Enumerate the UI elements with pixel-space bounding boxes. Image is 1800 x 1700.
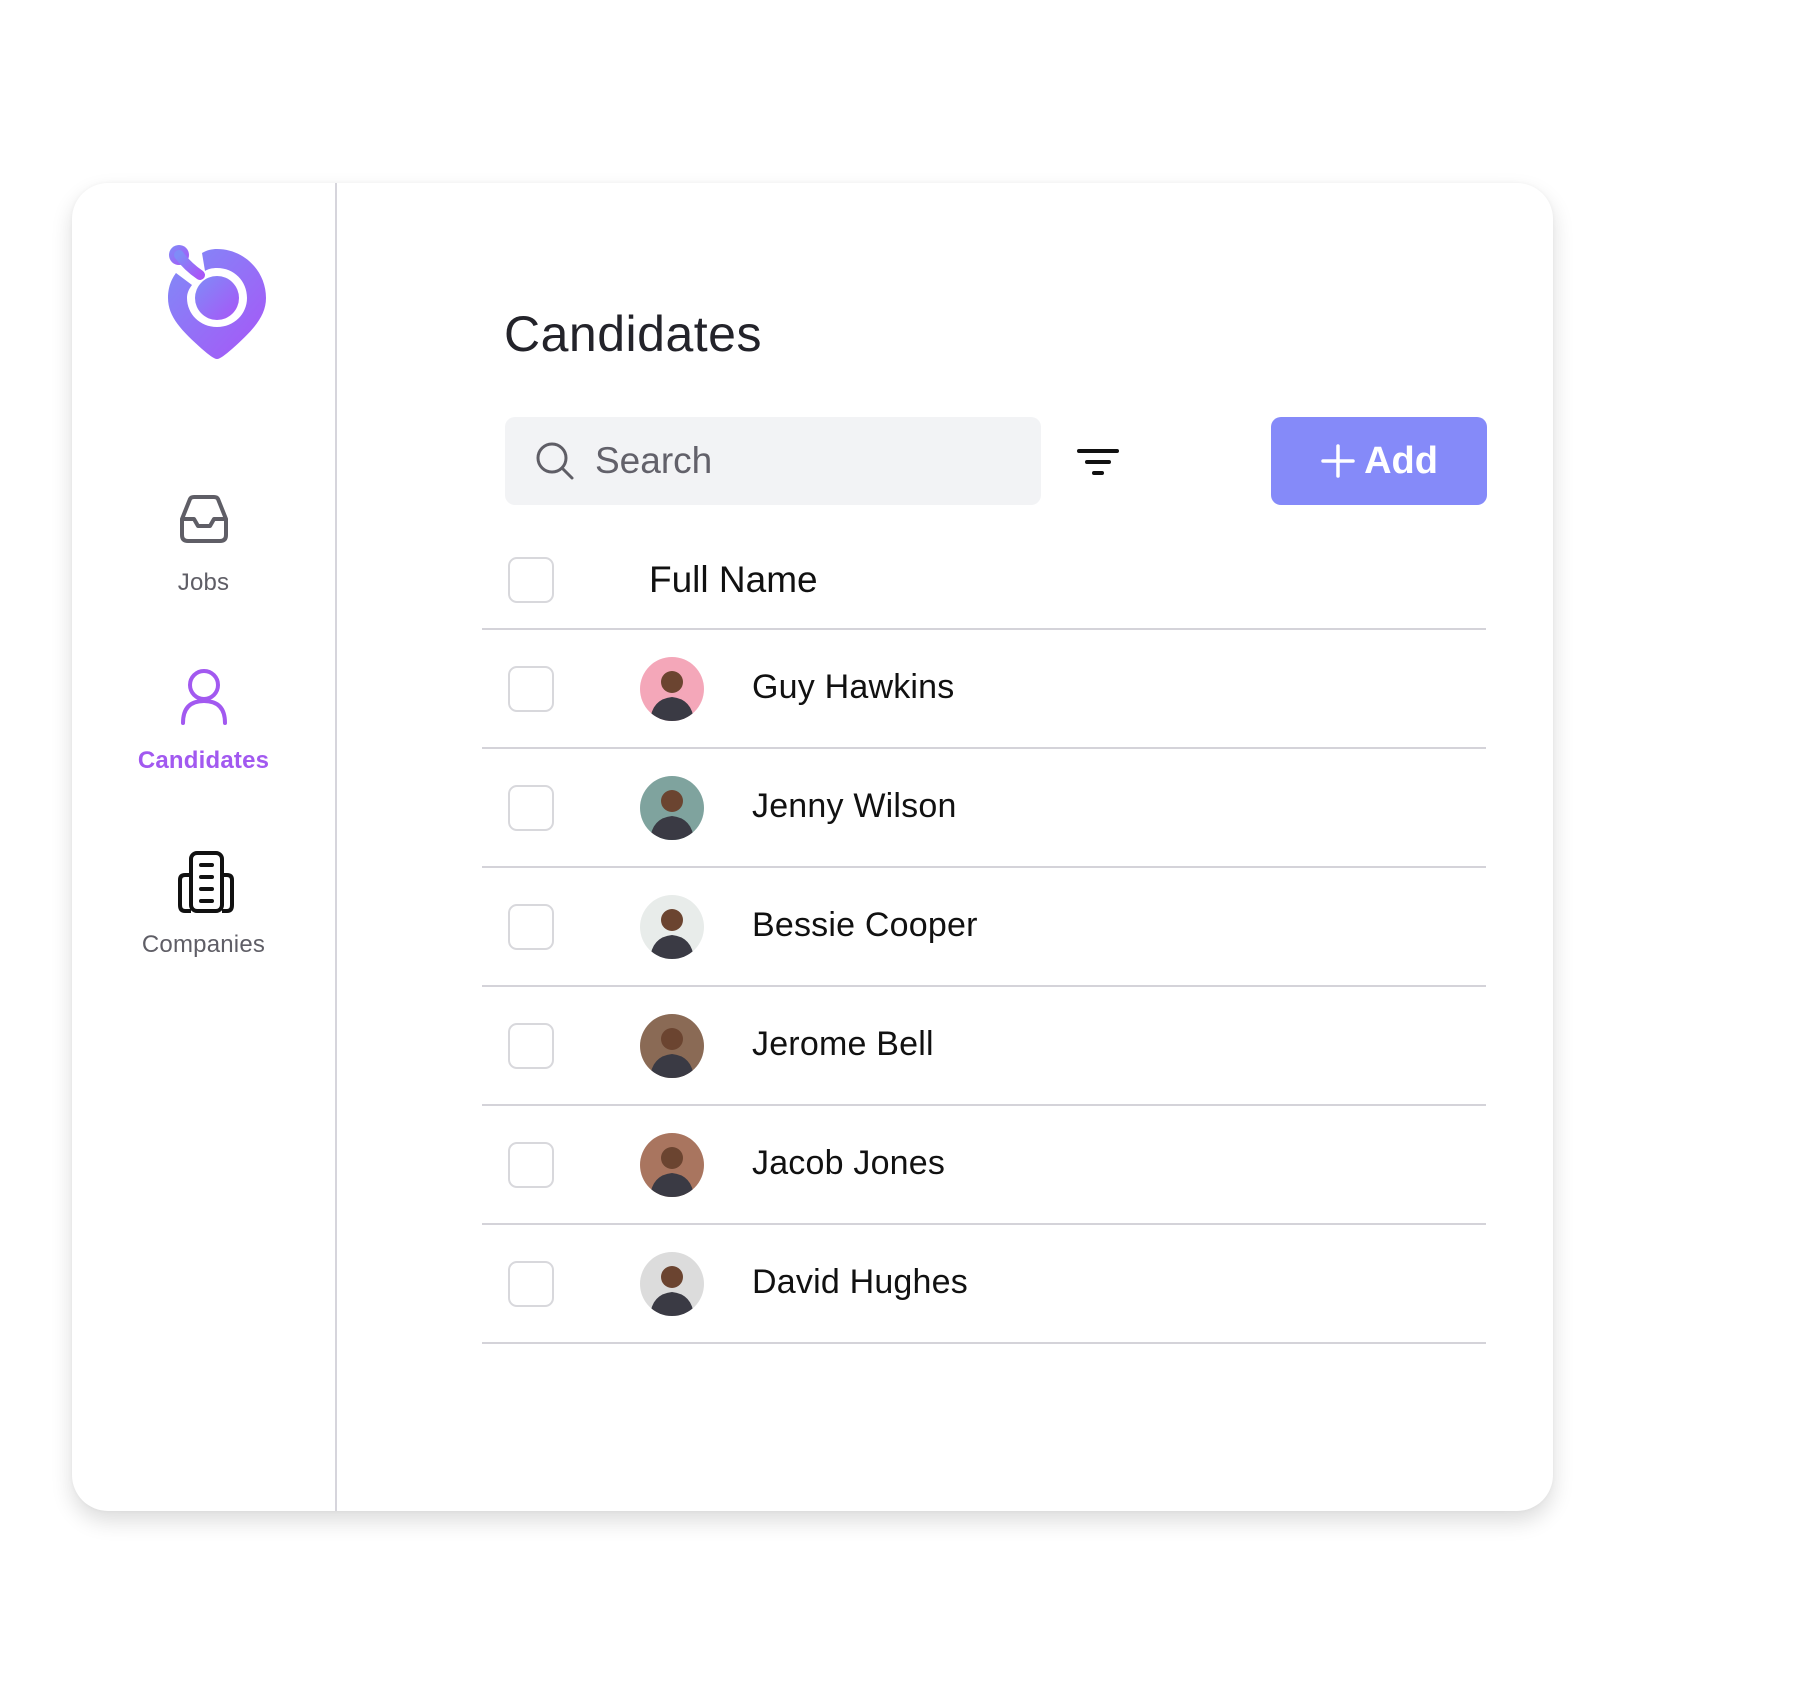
avatar	[640, 1133, 704, 1197]
plus-icon	[1321, 444, 1355, 478]
column-header-full-name: Full Name	[649, 559, 818, 600]
sidebar-item-label: Jobs	[177, 569, 230, 596]
table-row[interactable]: David Hughes	[482, 1225, 1486, 1344]
sidebar-item-jobs[interactable]: Jobs	[72, 483, 335, 597]
candidate-name[interactable]: Jenny Wilson	[752, 787, 957, 826]
table-row[interactable]: Guy Hawkins	[482, 630, 1486, 749]
sidebar-item-candidates[interactable]: Candidates	[72, 661, 335, 775]
building-icon	[177, 851, 234, 913]
sidebar-item-companies[interactable]: Companies	[72, 845, 335, 959]
logo-icon	[162, 241, 272, 361]
avatar	[640, 776, 704, 840]
filter-icon	[1077, 449, 1119, 475]
search-icon	[536, 442, 574, 480]
row-checkbox[interactable]	[508, 1261, 554, 1307]
candidate-name[interactable]: Guy Hawkins	[752, 668, 954, 707]
candidate-name[interactable]: Jacob Jones	[752, 1144, 945, 1183]
sidebar: Jobs Candidates Companies	[72, 183, 337, 1511]
table-row[interactable]: Jenny Wilson	[482, 749, 1486, 868]
sidebar-item-label: Companies	[141, 931, 266, 958]
user-icon	[180, 669, 227, 725]
sidebar-item-label: Candidates	[137, 747, 270, 774]
main-content: Candidates Add Full	[337, 183, 1553, 1511]
row-checkbox[interactable]	[508, 1142, 554, 1188]
candidate-name[interactable]: Bessie Cooper	[752, 906, 978, 945]
table-header: Full Name	[482, 523, 1486, 630]
inbox-tray-icon	[179, 495, 228, 543]
add-button[interactable]: Add	[1271, 417, 1487, 505]
row-checkbox[interactable]	[508, 1023, 554, 1069]
avatar	[640, 657, 704, 721]
table-row[interactable]: Bessie Cooper	[482, 868, 1486, 987]
add-button-label: Add	[1364, 439, 1438, 482]
row-checkbox[interactable]	[508, 785, 554, 831]
filter-button[interactable]	[1075, 439, 1121, 485]
row-checkbox[interactable]	[508, 666, 554, 712]
candidate-name[interactable]: Jerome Bell	[752, 1025, 934, 1064]
select-all-checkbox[interactable]	[508, 557, 554, 603]
search-field[interactable]	[505, 417, 1041, 505]
table-row[interactable]: Jerome Bell	[482, 987, 1486, 1106]
page-title: Candidates	[504, 305, 762, 362]
avatar	[640, 1252, 704, 1316]
avatar	[640, 1014, 704, 1078]
avatar	[640, 895, 704, 959]
search-input[interactable]	[593, 439, 1017, 483]
candidates-table: Full Name Guy Hawkins Jenny Wilson Bessie …	[482, 523, 1486, 1344]
candidate-name[interactable]: David Hughes	[752, 1263, 968, 1302]
row-checkbox[interactable]	[508, 904, 554, 950]
table-row[interactable]: Jacob Jones	[482, 1106, 1486, 1225]
app-window: Jobs Candidates Companies Candidates Sea…	[72, 183, 1553, 1511]
